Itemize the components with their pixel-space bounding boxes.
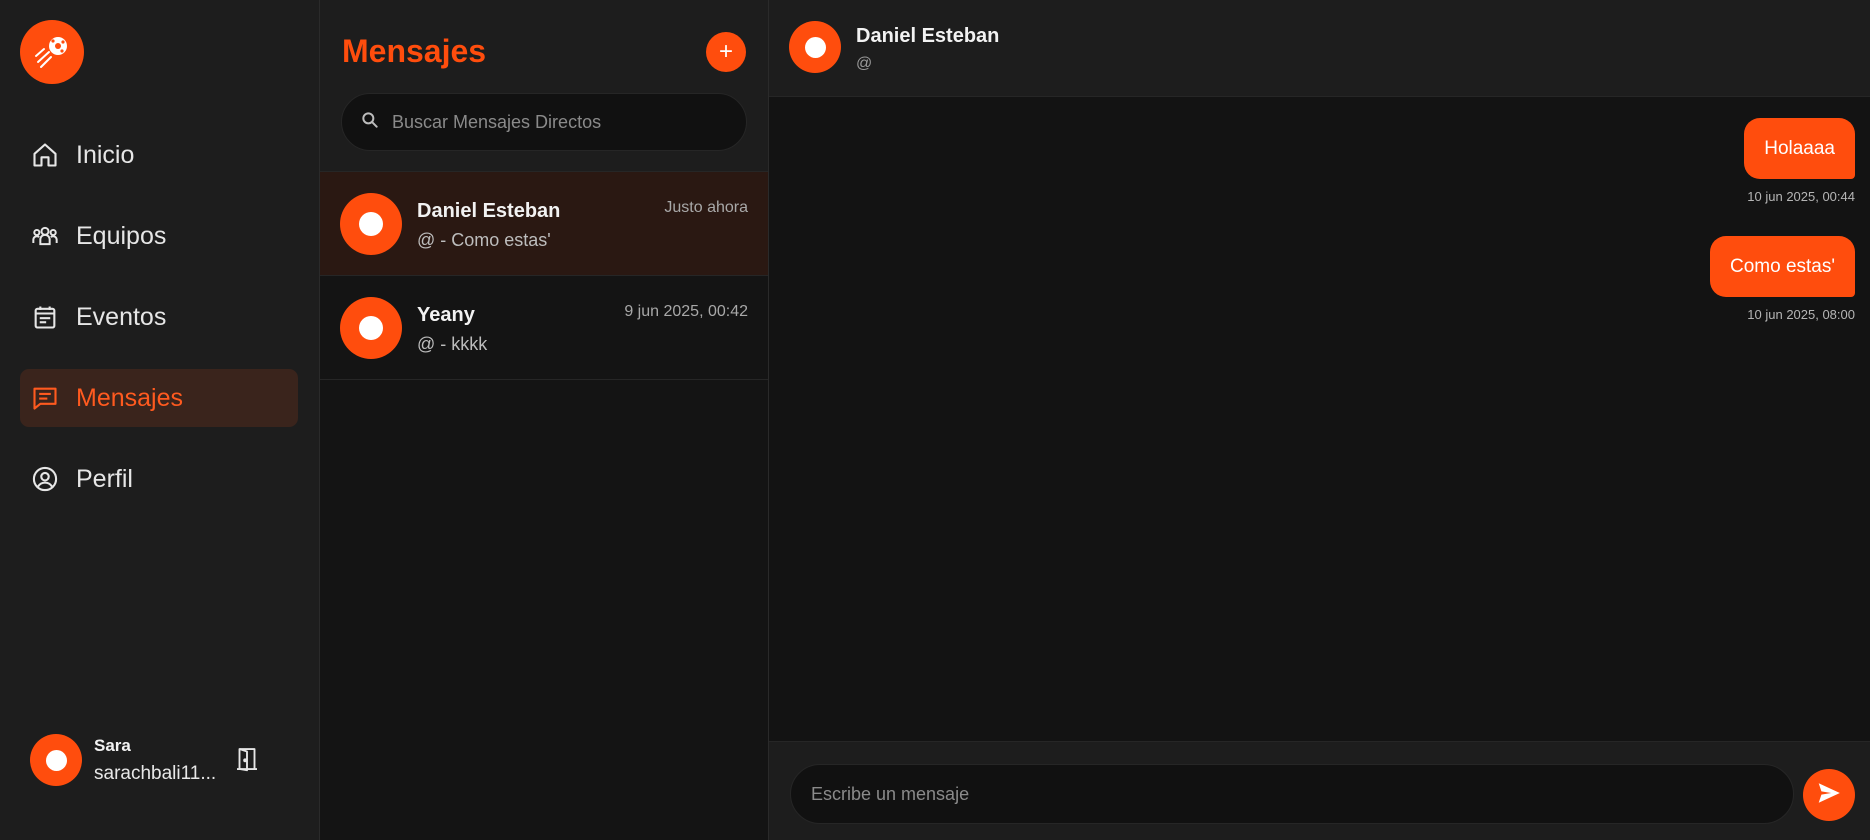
sidebar-item-label: Equipos: [76, 221, 167, 250]
message-timestamp: 10 jun 2025, 08:00: [1747, 307, 1855, 322]
conversation-name: Daniel Esteban: [417, 200, 561, 222]
sidebar-item-perfil[interactable]: Perfil: [20, 450, 298, 508]
sidebar-item-label: Eventos: [76, 302, 167, 331]
chat-contact-handle: @: [856, 55, 873, 72]
soccer-ball-logo-icon[interactable]: [20, 20, 84, 84]
app: Inicio Equipos Eventos Mensajes Perfil S…: [0, 0, 1870, 840]
calendar-icon: [30, 302, 60, 332]
conversation-list-panel: Mensajes + Daniel Esteban @ - Como estas…: [320, 0, 769, 840]
user-info: Sara sarachbali11...: [94, 736, 216, 785]
message-bubble: Holaaaa: [1744, 118, 1855, 179]
conversation-list-header: Mensajes +: [320, 0, 768, 172]
new-message-button[interactable]: +: [706, 32, 746, 72]
chat-panel: Daniel Esteban @ Holaaaa 10 jun 2025, 00…: [769, 0, 1870, 840]
send-button[interactable]: [1803, 769, 1855, 821]
home-icon: [30, 140, 60, 170]
chat-header: Daniel Esteban @: [769, 0, 1870, 97]
profile-icon: [30, 464, 60, 494]
sidebar-nav: Inicio Equipos Eventos Mensajes Perfil: [20, 126, 298, 531]
message-thread: Holaaaa 10 jun 2025, 00:44 Como estas' 1…: [769, 97, 1870, 741]
message-icon: [30, 383, 60, 413]
sidebar-item-label: Mensajes: [76, 383, 183, 412]
search-icon: [360, 110, 380, 135]
user-name: Sara: [94, 735, 131, 755]
search-box: [341, 93, 747, 151]
message-item: Como estas' 10 jun 2025, 08:00: [1709, 236, 1855, 322]
conversation-name: Yeany: [417, 304, 475, 326]
sidebar: Inicio Equipos Eventos Mensajes Perfil S…: [0, 0, 320, 840]
avatar: [340, 193, 402, 255]
sidebar-item-equipos[interactable]: Equipos: [20, 207, 298, 265]
search-input[interactable]: [392, 111, 722, 133]
sidebar-item-label: Inicio: [76, 140, 135, 169]
conversation-time: 9 jun 2025, 00:42: [624, 303, 748, 320]
sidebar-item-eventos[interactable]: Eventos: [20, 288, 298, 346]
sidebar-item-inicio[interactable]: Inicio: [20, 126, 298, 184]
message-bubble: Como estas': [1709, 236, 1855, 297]
chat-contact-name: Daniel Esteban: [856, 25, 1000, 47]
message-composer: [769, 741, 1870, 840]
sidebar-item-mensajes[interactable]: Mensajes: [20, 369, 298, 427]
user-handle: sarachbali11...: [94, 762, 217, 784]
page-title: Mensajes: [342, 33, 487, 69]
sidebar-item-label: Perfil: [76, 464, 133, 493]
message-item: Holaaaa 10 jun 2025, 00:44: [1744, 118, 1855, 204]
conversation-preview: @ - Como estas': [417, 230, 551, 250]
conversation-preview: @ - kkkk: [417, 334, 488, 354]
message-input[interactable]: [790, 764, 1794, 824]
send-icon: [1816, 780, 1842, 811]
avatar: [340, 297, 402, 359]
current-user: Sara sarachbali11...: [30, 730, 290, 790]
conversation-item-daniel-esteban[interactable]: Daniel Esteban @ - Como estas' Justo aho…: [320, 172, 768, 276]
teams-icon: [30, 221, 60, 251]
message-timestamp: 10 jun 2025, 00:44: [1747, 189, 1855, 204]
conversation-item-yeany[interactable]: Yeany @ - kkkk 9 jun 2025, 00:42: [320, 276, 768, 380]
door-logout-icon[interactable]: [232, 744, 262, 779]
avatar: [30, 734, 82, 786]
conversation-time: Justo ahora: [664, 199, 748, 216]
avatar[interactable]: [789, 21, 841, 73]
